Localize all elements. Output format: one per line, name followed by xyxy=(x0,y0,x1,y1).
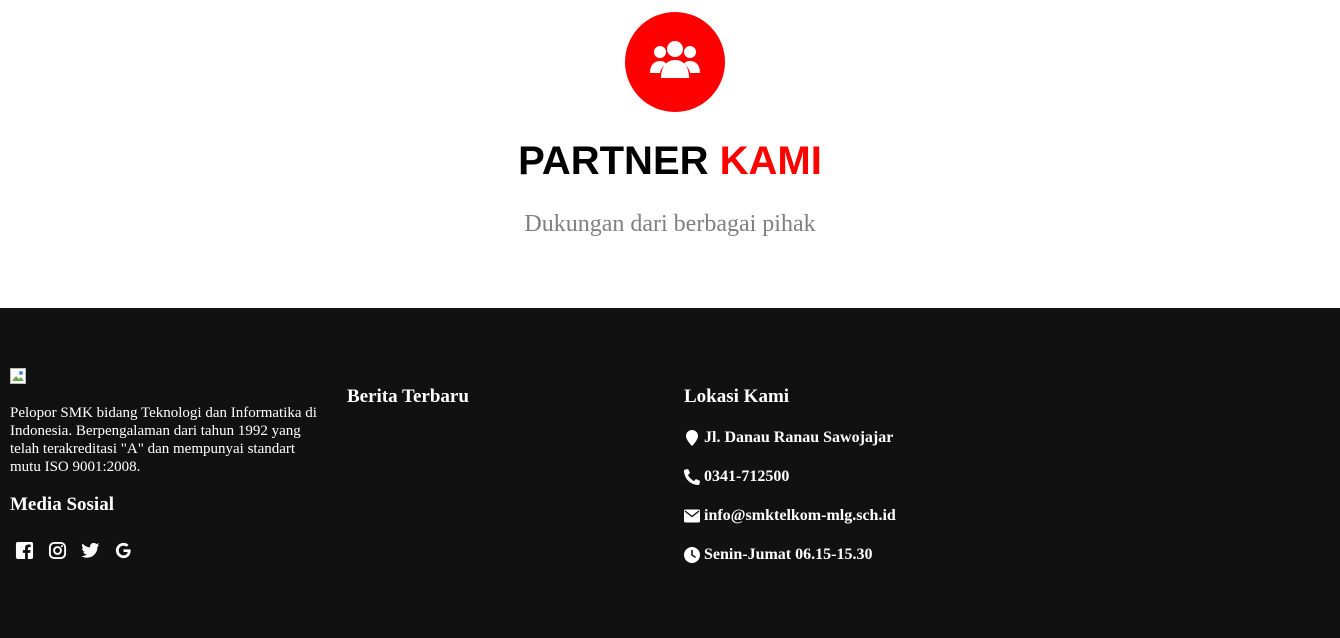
email-text: info@smktelkom-mlg.sch.id xyxy=(704,507,896,524)
partner-section: PARTNER KAMI Dukungan dari berbagai piha… xyxy=(0,0,1340,308)
email-row: info@smktelkom-mlg.sch.id xyxy=(684,506,896,526)
partner-subtitle: Dukungan dari berbagai pihak xyxy=(524,211,816,237)
address-text: Jl. Danau Ranau Sawojajar xyxy=(704,429,894,446)
twitter-icon[interactable] xyxy=(80,540,101,561)
partner-title: PARTNER KAMI xyxy=(0,136,1340,186)
partner-title-main: PARTNER xyxy=(518,139,709,183)
hours-row: Senin-Jumat 06.15-15.30 xyxy=(684,545,872,565)
facebook-icon[interactable] xyxy=(14,540,35,561)
hours-text: Senin-Jumat 06.15-15.30 xyxy=(704,546,873,563)
partner-badge xyxy=(625,12,725,112)
map-marker-icon xyxy=(684,430,700,446)
instagram-icon[interactable] xyxy=(47,540,68,561)
envelope-icon xyxy=(684,508,700,524)
phone-text: 0341-712500 xyxy=(704,468,790,485)
partner-title-accent: KAMI xyxy=(719,139,822,183)
phone-icon xyxy=(684,469,700,485)
social-links xyxy=(14,540,134,561)
about-text: Pelopor SMK bidang Teknologi dan Informa… xyxy=(10,405,317,475)
broken-logo-image-icon xyxy=(10,368,26,384)
phone-row: 0341-712500 xyxy=(684,467,789,487)
news-heading: Berita Terbaru xyxy=(347,386,469,407)
social-heading: Media Sosial xyxy=(10,494,114,515)
location-heading: Lokasi Kami xyxy=(684,386,790,407)
clock-icon xyxy=(684,547,700,563)
address-row: Jl. Danau Ranau Sawojajar xyxy=(684,428,893,448)
google-icon[interactable] xyxy=(113,540,134,561)
users-icon xyxy=(649,40,701,85)
footer: Pelopor SMK bidang Teknologi dan Informa… xyxy=(0,308,1340,638)
